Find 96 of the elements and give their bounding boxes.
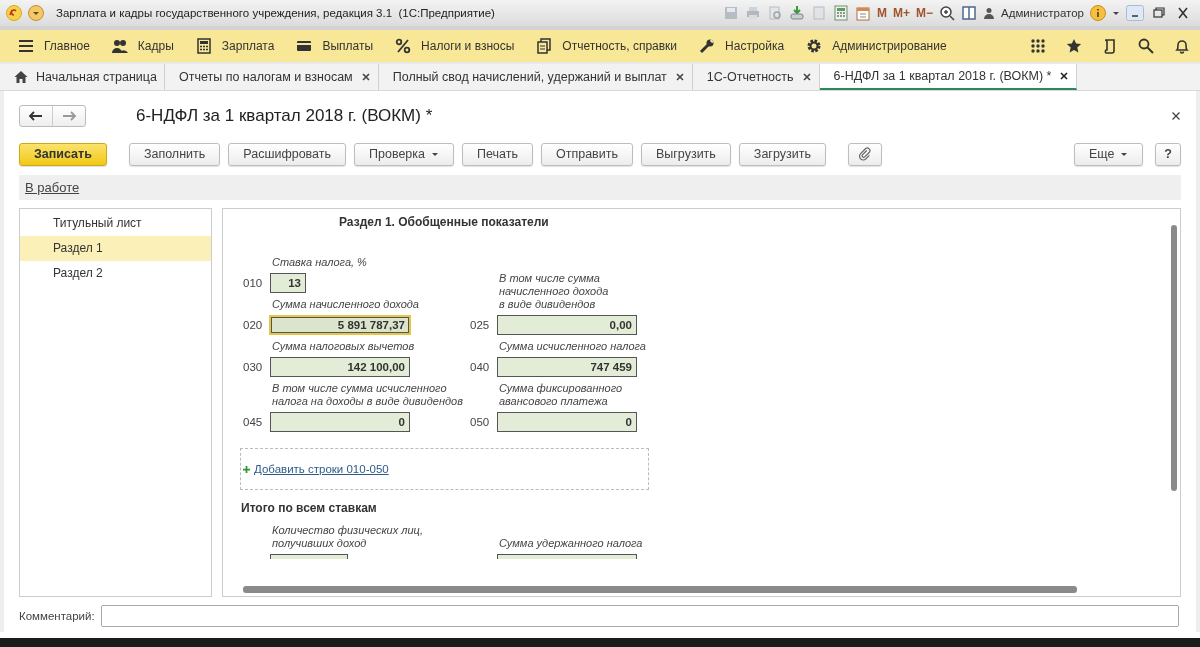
minimize-icon[interactable] xyxy=(1126,5,1144,21)
dropdown-icon[interactable] xyxy=(28,5,44,21)
apps-grid-icon[interactable] xyxy=(1030,38,1046,54)
menu-item[interactable]: Налоги и взносы xyxy=(395,38,515,54)
menu-item[interactable]: Главное xyxy=(18,38,90,54)
toolbar-button[interactable]: Загрузить xyxy=(738,142,826,166)
toolbar-button[interactable]: Печать xyxy=(462,142,533,166)
home-icon xyxy=(14,70,28,84)
logo-icon xyxy=(6,5,22,21)
user-name[interactable]: Администратор xyxy=(1001,7,1084,19)
import-icon[interactable] xyxy=(789,5,805,21)
bell-icon[interactable] xyxy=(1174,38,1190,54)
zoom-icon[interactable] xyxy=(939,5,955,21)
menu-item[interactable]: Отчетность, справки xyxy=(536,38,678,54)
attach-button[interactable] xyxy=(847,142,882,166)
tab[interactable]: Начальная страница xyxy=(0,64,165,90)
section-item[interactable]: Раздел 1 xyxy=(20,236,211,261)
memory-button[interactable]: M− xyxy=(916,6,933,20)
tab[interactable]: 6-НДФЛ за 1 квартал 2018 г. (ВОКМ) * xyxy=(819,64,1078,90)
close-icon[interactable] xyxy=(1171,111,1181,121)
field-label: Сумма начисленного дохода xyxy=(271,298,420,311)
field-label: Сумма исчисленного налога xyxy=(499,340,646,353)
menu-item[interactable]: Кадры xyxy=(111,38,174,54)
paperclip-icon xyxy=(857,147,872,161)
form-title: 6-НДФЛ за 1 квартал 2018 г. (ВОКМ) * xyxy=(136,106,433,126)
toolbar-button[interactable]: Выгрузить xyxy=(640,142,731,166)
tab[interactable]: Полный свод начислений, удержаний и выплат xyxy=(378,64,693,90)
window-title: Зарплата и кадры государственного учреждения, редакция 3.1 (1С:Предприятие) xyxy=(56,7,495,19)
close-icon[interactable] xyxy=(674,72,685,82)
close-icon[interactable] xyxy=(801,72,812,82)
info-icon[interactable] xyxy=(1090,5,1106,21)
card-icon xyxy=(296,38,313,54)
comment-field[interactable] xyxy=(100,605,1179,627)
line-code: 020 xyxy=(243,319,261,331)
dropdown-button[interactable]: Проверка xyxy=(354,142,454,166)
number-field[interactable]: 0,00 xyxy=(497,315,637,335)
tab[interactable]: 1С-Отчетность xyxy=(692,64,820,90)
wrench-icon xyxy=(699,38,716,54)
more-button[interactable]: Еще xyxy=(1073,142,1144,166)
comment-label: Комментарий: xyxy=(19,610,95,622)
totals-title: Итого по всем ставкам xyxy=(241,501,378,515)
menu-item[interactable]: Администрирование xyxy=(806,38,947,54)
caret-icon xyxy=(431,150,439,158)
number-field[interactable] xyxy=(270,554,348,559)
user-icon xyxy=(983,7,995,19)
field-label: Ставка налога, % xyxy=(271,256,368,269)
menu-icon xyxy=(18,38,34,54)
tab[interactable]: Отчеты по налогам и взносам xyxy=(164,64,379,90)
people-icon xyxy=(111,38,128,54)
toolbar-button[interactable]: Отправить xyxy=(540,142,633,166)
field-label: В том числе сумма начисленного дохода в виде дивидендов xyxy=(499,272,609,311)
menu-item[interactable]: Выплаты xyxy=(296,38,374,54)
line-code: 030 xyxy=(243,361,261,373)
menu-item[interactable]: Зарплата xyxy=(195,38,275,54)
documents-icon xyxy=(536,38,553,54)
number-field[interactable]: 5 891 787,37 xyxy=(269,315,411,335)
line-code: 010 xyxy=(243,277,261,289)
status-link[interactable]: В работе xyxy=(25,180,80,195)
field-label: Сумма фиксированного авансового платежа xyxy=(499,382,623,408)
help-button[interactable]: ? xyxy=(1155,142,1181,166)
plus-icon[interactable] xyxy=(243,465,250,473)
number-field[interactable] xyxy=(497,554,637,559)
field-label: В том числе сумма исчисленного налога на доходы в виде дивидендов xyxy=(271,382,464,408)
star-icon[interactable] xyxy=(1066,38,1082,54)
add-rows-link[interactable]: Добавить строки 010-050 xyxy=(254,463,389,475)
calendar-icon[interactable] xyxy=(855,5,871,21)
restore-icon[interactable] xyxy=(1150,5,1168,21)
number-field[interactable]: 142 100,00 xyxy=(270,357,410,377)
number-field[interactable]: 0 xyxy=(497,412,637,432)
line-code: 025 xyxy=(470,319,488,331)
gear-icon xyxy=(806,38,823,54)
memory-button[interactable]: M+ xyxy=(893,6,910,20)
section-title: Раздел 1. Обобщенные показатели xyxy=(339,215,550,229)
close-icon[interactable] xyxy=(360,72,371,82)
line-code: 040 xyxy=(470,361,488,373)
field-label: Количество физических лиц, получивших доход xyxy=(271,524,424,550)
toolbar-button[interactable]: Расшифровать xyxy=(228,142,346,166)
field-label: Сумма удержанного налога xyxy=(498,536,644,550)
field-label: Сумма налоговых вычетов xyxy=(271,340,416,353)
number-field[interactable]: 0 xyxy=(270,412,410,432)
number-field[interactable]: 13 xyxy=(270,273,306,293)
calculator-icon xyxy=(195,38,212,54)
line-code: 050 xyxy=(470,416,488,428)
caret-icon xyxy=(1120,150,1129,158)
caret-icon[interactable] xyxy=(1112,9,1120,17)
percent-icon xyxy=(395,38,412,54)
toolbar-button[interactable]: Заполнить xyxy=(128,142,221,166)
line-code: 045 xyxy=(243,416,261,428)
panel-icon[interactable] xyxy=(961,5,977,21)
save-button[interactable]: Записать xyxy=(19,142,107,166)
calculator-icon[interactable] xyxy=(833,5,849,21)
number-field[interactable]: 747 459 xyxy=(497,357,637,377)
close-icon[interactable] xyxy=(1059,71,1070,81)
search-icon[interactable] xyxy=(1138,38,1154,54)
menu-item[interactable]: Настройка xyxy=(699,38,785,54)
memory-button[interactable]: M xyxy=(877,6,887,20)
